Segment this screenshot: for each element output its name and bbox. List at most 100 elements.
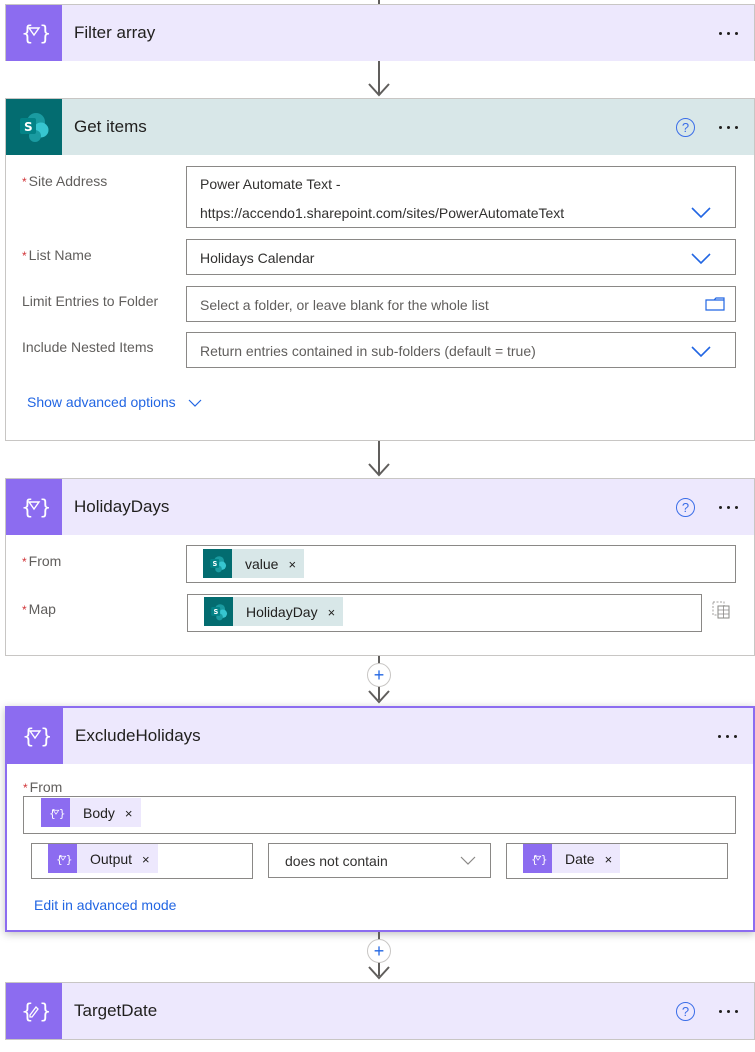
token-label: Date: [565, 850, 595, 867]
from-label: * From: [23, 779, 62, 795]
required-marker: *: [22, 249, 27, 263]
arrow-down-icon: [368, 463, 390, 477]
site-address-line2: https://accendo1.sharepoint.com/sites/Po…: [200, 205, 565, 221]
chevron-down-icon[interactable]: [691, 346, 711, 358]
from-input[interactable]: S value ×: [186, 545, 736, 583]
show-advanced-options-link[interactable]: Show advanced options: [27, 394, 202, 410]
condition-right-operand[interactable]: {} Date ×: [506, 843, 728, 879]
remove-token-icon[interactable]: ×: [125, 806, 133, 821]
svg-text:S: S: [213, 608, 218, 616]
sharepoint-icon: S: [6, 99, 62, 155]
required-marker: *: [22, 555, 27, 569]
remove-token-icon[interactable]: ×: [605, 852, 613, 867]
help-icon[interactable]: ?: [676, 497, 695, 517]
chevron-down-icon: [188, 399, 201, 408]
svg-text:}: }: [39, 999, 49, 1023]
chevron-down-icon[interactable]: [460, 856, 476, 866]
svg-text:{: {: [49, 806, 56, 819]
list-name-label: * List Name: [22, 247, 92, 263]
card-title: Get items: [74, 117, 147, 136]
switch-map-mode-icon[interactable]: [712, 601, 730, 619]
required-marker: *: [22, 603, 27, 617]
arrow-down-icon: [368, 83, 390, 97]
dynamic-content-token[interactable]: {} Output ×: [48, 844, 158, 873]
site-address-label: * Site Address: [22, 173, 107, 189]
nested-items-label: Include Nested Items: [22, 339, 154, 355]
exclude-holidays-header[interactable]: {} ExcludeHolidays: [7, 708, 753, 764]
folder-icon[interactable]: [705, 297, 725, 311]
condition-operator-dropdown[interactable]: does not contain: [268, 843, 491, 878]
limit-folder-placeholder: Select a folder, or leave blank for the …: [200, 297, 489, 313]
filter-array-icon: {}: [6, 5, 62, 61]
svg-text:}: }: [39, 21, 49, 45]
filter-array-icon: {}: [41, 798, 70, 827]
arrow-down-icon: [368, 966, 390, 980]
condition-left-operand[interactable]: {} Output ×: [31, 843, 253, 879]
nested-items-placeholder: Return entries contained in sub-folders …: [200, 343, 536, 359]
sharepoint-icon: S: [203, 549, 232, 578]
filter-array-card[interactable]: {} Filter array: [5, 4, 755, 61]
token-label: value: [245, 555, 279, 572]
chevron-down-icon[interactable]: [691, 207, 711, 219]
more-options-icon[interactable]: [719, 1001, 738, 1021]
filter-array-icon: {}: [523, 844, 552, 873]
exclude-holidays-card[interactable]: {} ExcludeHolidays *From {} Body × {} Ou…: [5, 706, 755, 932]
remove-token-icon[interactable]: ×: [328, 605, 336, 620]
sharepoint-icon: S: [204, 597, 233, 626]
card-title: TargetDate: [74, 1001, 158, 1020]
target-date-card[interactable]: {} TargetDate ?: [5, 982, 755, 1040]
holiday-days-header[interactable]: {} HolidayDays ?: [6, 479, 754, 535]
arrow-down-icon: [368, 690, 390, 704]
target-date-header[interactable]: {} TargetDate ?: [6, 983, 754, 1039]
svg-text:{: {: [21, 999, 34, 1023]
more-options-icon[interactable]: [719, 23, 738, 43]
map-label: * Map: [22, 601, 56, 617]
operator-value: does not contain: [285, 853, 388, 869]
get-items-card[interactable]: S Get items ? * Site Address Power Automa…: [5, 98, 755, 441]
token-label: HolidayDay: [246, 603, 318, 620]
label-text: Site Address: [28, 173, 108, 189]
chevron-down-icon[interactable]: [691, 253, 711, 265]
compose-icon: {}: [6, 983, 62, 1039]
token-label: Output: [90, 850, 133, 867]
add-step-button[interactable]: +: [367, 939, 391, 963]
remove-token-icon[interactable]: ×: [142, 852, 150, 867]
more-options-icon[interactable]: [719, 497, 738, 517]
svg-text:}: }: [58, 806, 64, 819]
list-name-dropdown[interactable]: Holidays Calendar: [186, 239, 736, 275]
card-title: Filter array: [74, 23, 156, 42]
svg-text:}: }: [39, 495, 49, 519]
filter-array-header[interactable]: {} Filter array: [6, 5, 754, 61]
more-options-icon[interactable]: [718, 726, 737, 746]
map-input[interactable]: S HolidayDay ×: [187, 594, 702, 632]
filter-array-icon: {}: [7, 708, 63, 764]
select-action-icon: {}: [6, 479, 62, 535]
site-address-dropdown[interactable]: Power Automate Text - https://accendo1.s…: [186, 166, 736, 228]
help-icon[interactable]: ?: [676, 117, 695, 137]
required-marker: *: [23, 781, 28, 795]
limit-folder-input[interactable]: Select a folder, or leave blank for the …: [186, 286, 736, 322]
help-icon[interactable]: ?: [676, 1001, 695, 1021]
add-step-button[interactable]: +: [367, 663, 391, 687]
svg-text:{: {: [56, 852, 63, 865]
from-input[interactable]: {} Body ×: [23, 796, 736, 834]
holiday-days-card[interactable]: {} HolidayDays ? *From S value × *Map S …: [5, 478, 755, 656]
edit-advanced-mode-link[interactable]: Edit in advanced mode: [34, 897, 176, 913]
dynamic-content-token[interactable]: {} Body ×: [41, 798, 141, 827]
filter-array-icon: {}: [48, 844, 77, 873]
nested-items-dropdown[interactable]: Return entries contained in sub-folders …: [186, 332, 736, 368]
card-title: ExcludeHolidays: [75, 726, 201, 745]
more-options-icon[interactable]: [719, 117, 738, 137]
card-title: HolidayDays: [74, 497, 170, 516]
site-address-line1: Power Automate Text -: [200, 176, 341, 192]
remove-token-icon[interactable]: ×: [288, 557, 296, 572]
required-marker: *: [22, 175, 27, 189]
dynamic-content-token[interactable]: S value ×: [203, 549, 305, 578]
link-text: Show advanced options: [27, 394, 176, 410]
svg-text:}: }: [40, 724, 50, 748]
dynamic-content-token[interactable]: S HolidayDay ×: [204, 597, 344, 626]
svg-text:{: {: [531, 852, 538, 865]
dynamic-content-token[interactable]: {} Date ×: [523, 844, 621, 873]
list-name-value: Holidays Calendar: [200, 250, 315, 266]
get-items-header[interactable]: S Get items ?: [6, 99, 754, 155]
